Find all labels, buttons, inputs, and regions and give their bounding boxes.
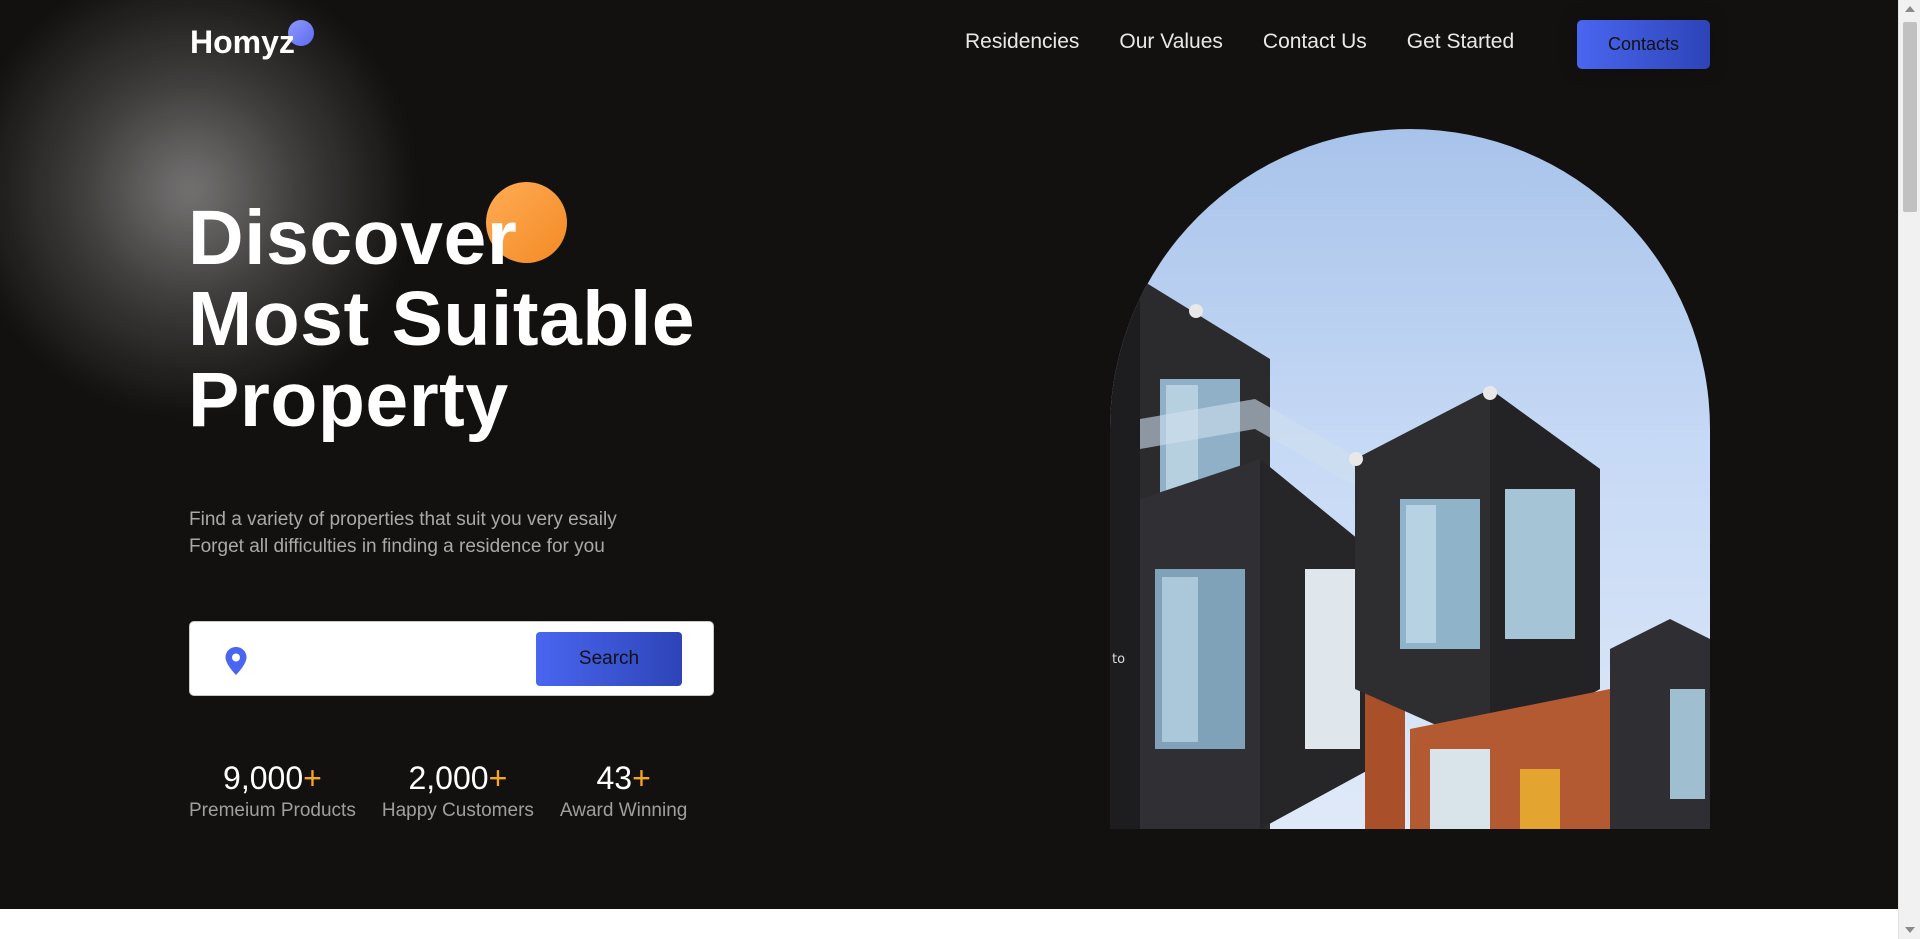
nav-get-started[interactable]: Get Started (1407, 30, 1514, 54)
stat-premium-products: 9,000+ Premeium Products (189, 758, 356, 822)
contacts-button[interactable]: Contacts (1577, 20, 1710, 69)
hero-title: Discover Most Suitable Property (188, 198, 695, 441)
scroll-up-arrow-icon[interactable] (1905, 6, 1915, 12)
stat-happy-customers: 2,000+ Happy Customers (382, 758, 534, 822)
stat-value: 9,000+ (223, 760, 322, 796)
hero-subtitle-line: Forget all difficulties in finding a res… (189, 536, 605, 557)
search-button[interactable]: Search (536, 632, 682, 686)
nav-contact-us[interactable]: Contact Us (1263, 30, 1367, 54)
hero-title-line: Property (188, 357, 509, 443)
scroll-down-arrow-icon[interactable] (1905, 927, 1915, 933)
search-input[interactable] (268, 640, 508, 680)
scrollbar-thumb[interactable] (1903, 22, 1917, 212)
stat-label: Happy Customers (381, 800, 534, 821)
hero-title-line: Most Suitable (188, 276, 696, 362)
stat-value: 2,000+ (408, 760, 508, 796)
hero-subtitle: Find a variety of properties that suit y… (189, 506, 617, 560)
stat-award-winning: 43+ Award Winning (560, 758, 687, 822)
hero-title-line: Discover (188, 195, 518, 281)
stat-value: 43+ (596, 760, 651, 796)
location-pin-icon (225, 647, 247, 675)
image-overlay-text: to (1112, 652, 1126, 667)
stat-label: Premeium Products (189, 800, 356, 821)
nav-residencies[interactable]: Residencies (965, 30, 1079, 54)
next-section-edge (0, 909, 1898, 939)
hero-image (1110, 129, 1710, 829)
search-bar: Search (189, 621, 714, 696)
main-nav: Residencies Our Values Contact Us Get St… (965, 30, 1514, 54)
stat-label: Award Winning (559, 800, 688, 821)
logo[interactable]: Homyz (190, 24, 295, 61)
vertical-scrollbar[interactable] (1898, 0, 1920, 939)
stats: 9,000+ Premeium Products 2,000+ Happy Cu… (189, 758, 687, 822)
hero-subtitle-line: Find a variety of properties that suit y… (189, 509, 617, 530)
nav-our-values[interactable]: Our Values (1119, 30, 1223, 54)
building-illustration (1110, 279, 1710, 829)
hero-section: Homyz Residencies Our Values Contact Us … (0, 0, 1898, 909)
